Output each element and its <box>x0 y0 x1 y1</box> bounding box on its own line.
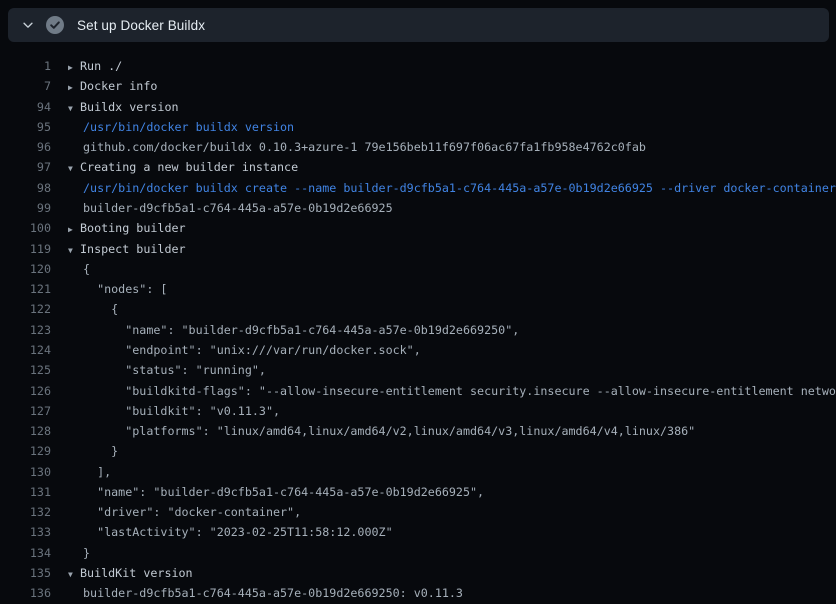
log-row: 136 builder-d9cfb5a1-c764-445a-a57e-0b19… <box>0 583 836 603</box>
log-row: 99 builder-d9cfb5a1-c764-445a-a57e-0b19d… <box>0 198 836 218</box>
log-text: "name": "builder-d9cfb5a1-c764-445a-a57e… <box>83 482 484 502</box>
log-text: ], <box>83 462 111 482</box>
log-text: "buildkit": "v0.11.3", <box>83 401 280 421</box>
log-text: "status": "running", <box>83 360 266 380</box>
line-number[interactable]: 120 <box>0 259 51 279</box>
line-number[interactable]: 95 <box>0 117 51 137</box>
triangle-right-icon[interactable]: ▶ <box>68 58 80 78</box>
check-circle-icon <box>46 16 64 34</box>
line-number[interactable]: 125 <box>0 360 51 380</box>
line-number[interactable]: 136 <box>0 583 51 603</box>
line-number[interactable]: 7 <box>0 76 51 96</box>
log-text: "platforms": "linux/amd64,linux/amd64/v2… <box>83 421 695 441</box>
log-row: 129 } <box>0 441 836 461</box>
log-text: "driver": "docker-container", <box>83 502 301 522</box>
log-text[interactable]: Booting builder <box>80 218 186 238</box>
log-text: "name": "builder-d9cfb5a1-c764-445a-a57e… <box>83 320 519 340</box>
log-row: 125 "status": "running", <box>0 360 836 380</box>
log-row: 131 "name": "builder-d9cfb5a1-c764-445a-… <box>0 482 836 502</box>
log-row: 126 "buildkitd-flags": "--allow-insecure… <box>0 381 836 401</box>
log-row: 7 ▶ Docker info <box>0 76 836 96</box>
log-row: 94 ▼ Buildx version <box>0 97 836 117</box>
line-number[interactable]: 1 <box>0 56 51 76</box>
log-text: "nodes": [ <box>83 279 167 299</box>
line-number[interactable]: 121 <box>0 279 51 299</box>
log-text: { <box>83 259 90 279</box>
chevron-down-icon[interactable] <box>20 17 36 33</box>
log-row: 120 { <box>0 259 836 279</box>
log-row: 100 ▶ Booting builder <box>0 218 836 238</box>
triangle-down-icon[interactable]: ▼ <box>68 99 80 119</box>
triangle-right-icon[interactable]: ▶ <box>68 78 80 98</box>
line-number[interactable]: 130 <box>0 462 51 482</box>
log-text: builder-d9cfb5a1-c764-445a-a57e-0b19d2e6… <box>83 583 463 603</box>
line-number[interactable]: 99 <box>0 198 51 218</box>
log-row: 122 { <box>0 299 836 319</box>
log-row: 119 ▼ Inspect builder <box>0 239 836 259</box>
line-number[interactable]: 97 <box>0 157 51 177</box>
log-text: } <box>83 441 118 461</box>
log-text[interactable]: Inspect builder <box>80 239 186 259</box>
step-title: Set up Docker Buildx <box>77 18 205 33</box>
log-row: 133 "lastActivity": "2023-02-25T11:58:12… <box>0 522 836 542</box>
triangle-right-icon[interactable]: ▶ <box>68 220 80 240</box>
line-number[interactable]: 135 <box>0 563 51 583</box>
line-number[interactable]: 94 <box>0 97 51 117</box>
line-number[interactable]: 131 <box>0 482 51 502</box>
line-number[interactable]: 133 <box>0 522 51 542</box>
triangle-down-icon[interactable]: ▼ <box>68 159 80 179</box>
log-text: github.com/docker/buildx 0.10.3+azure-1 … <box>83 137 646 157</box>
log-text[interactable]: BuildKit version <box>80 563 193 583</box>
log-text[interactable]: Creating a new builder instance <box>80 157 298 177</box>
triangle-down-icon[interactable]: ▼ <box>68 241 80 261</box>
step-header[interactable]: Set up Docker Buildx <box>8 8 829 42</box>
line-number[interactable]: 127 <box>0 401 51 421</box>
log-row: 135 ▼ BuildKit version <box>0 563 836 583</box>
line-number[interactable]: 134 <box>0 543 51 563</box>
log-text: "endpoint": "unix:///var/run/docker.sock… <box>83 340 421 360</box>
workflow-log-viewer: Set up Docker Buildx 1 ▶ Run ./ 7 ▶ Dock… <box>0 0 836 604</box>
log-row: 130 ], <box>0 462 836 482</box>
log-text: /usr/bin/docker buildx create --name bui… <box>83 178 836 198</box>
line-number[interactable]: 126 <box>0 381 51 401</box>
log-text: { <box>83 299 118 319</box>
log-row: 128 "platforms": "linux/amd64,linux/amd6… <box>0 421 836 441</box>
line-number[interactable]: 129 <box>0 441 51 461</box>
log-row: 1 ▶ Run ./ <box>0 56 836 76</box>
log-text: "lastActivity": "2023-02-25T11:58:12.000… <box>83 522 393 542</box>
log-row: 97 ▼ Creating a new builder instance <box>0 157 836 177</box>
log-row: 132 "driver": "docker-container", <box>0 502 836 522</box>
log-row: 96 github.com/docker/buildx 0.10.3+azure… <box>0 137 836 157</box>
log-text: "buildkitd-flags": "--allow-insecure-ent… <box>83 381 836 401</box>
line-number[interactable]: 123 <box>0 320 51 340</box>
log-text: } <box>83 543 90 563</box>
line-number[interactable]: 119 <box>0 239 51 259</box>
line-number[interactable]: 128 <box>0 421 51 441</box>
log-row: 134 } <box>0 543 836 563</box>
log-row: 123 "name": "builder-d9cfb5a1-c764-445a-… <box>0 320 836 340</box>
log-row: 127 "buildkit": "v0.11.3", <box>0 401 836 421</box>
line-number[interactable]: 124 <box>0 340 51 360</box>
line-number[interactable]: 100 <box>0 218 51 238</box>
line-number[interactable]: 132 <box>0 502 51 522</box>
log-output: 1 ▶ Run ./ 7 ▶ Docker info 94 ▼ Buildx v… <box>0 42 836 604</box>
log-text: builder-d9cfb5a1-c764-445a-a57e-0b19d2e6… <box>83 198 393 218</box>
line-number[interactable]: 122 <box>0 299 51 319</box>
log-text[interactable]: Run ./ <box>80 56 122 76</box>
log-text[interactable]: Docker info <box>80 76 157 96</box>
log-row: 98 /usr/bin/docker buildx create --name … <box>0 178 836 198</box>
log-row: 121 "nodes": [ <box>0 279 836 299</box>
log-text: /usr/bin/docker buildx version <box>83 117 294 137</box>
log-text[interactable]: Buildx version <box>80 97 179 117</box>
line-number[interactable]: 96 <box>0 137 51 157</box>
triangle-down-icon[interactable]: ▼ <box>68 565 80 585</box>
log-row: 124 "endpoint": "unix:///var/run/docker.… <box>0 340 836 360</box>
log-row: 95 /usr/bin/docker buildx version <box>0 117 836 137</box>
line-number[interactable]: 98 <box>0 178 51 198</box>
